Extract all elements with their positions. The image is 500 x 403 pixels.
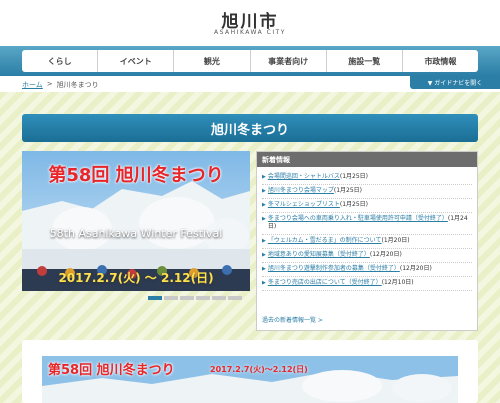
news-item: ▶ 会場間巡回・シャトルバス(1月25日) <box>262 171 472 185</box>
news-date: (1月20日) <box>381 237 410 244</box>
news-date: (1月25日) <box>333 187 363 194</box>
news-link[interactable]: 会場間巡回・シャトルバス <box>268 173 340 180</box>
news-link[interactable]: 旭川冬まつり会場マップ <box>268 187 334 194</box>
nav-item-event[interactable]: イベント <box>98 50 175 72</box>
main-content: 旭川冬まつり 第58回 旭川冬まつり 58th Asahikawa Winter… <box>22 114 478 334</box>
slide-dot-5[interactable] <box>212 296 226 300</box>
nav-item-city-info[interactable]: 市政情報 <box>403 50 478 72</box>
nav-item-kurashi[interactable]: くらし <box>22 50 99 72</box>
news-date: (12月20日) <box>399 265 432 272</box>
global-nav-band: くらし イベント 観光 事業者向け 施設一覧 市政情報 <box>0 46 500 76</box>
breadcrumb-current: 旭川冬まつり <box>56 81 99 89</box>
news-link[interactable]: 旭川冬まつり遊撃制作参加者の募集（受付終了） <box>268 265 400 272</box>
arrow-icon: ▶ <box>262 252 266 258</box>
arrow-icon: ▶ <box>262 188 266 194</box>
page-title: 旭川冬まつり <box>22 114 478 142</box>
slideshow-pagination <box>148 296 242 300</box>
news-archive-link[interactable]: 過去の新着情報一覧 > <box>262 315 323 324</box>
slide-dot-1[interactable] <box>148 296 162 300</box>
news-link[interactable]: 冬まつり売店の出店について（受付終了） <box>268 279 382 286</box>
banner-image: 第58回 旭川冬まつり 2017.2.7(火)～2.12(日) <box>42 356 458 403</box>
news-link[interactable]: 地域意ありの愛知展募集（受付終了） <box>268 251 370 258</box>
nav-item-business[interactable]: 事業者向け <box>251 50 327 72</box>
arrow-icon: ▶ <box>262 238 266 244</box>
site-logo-subtitle: ASAHIKAWA CITY <box>214 29 286 36</box>
news-item: ▶ 冬まつり会場への車両乗り入れ・駐車場使用許可申請（受付終了）(1月24日) <box>262 213 472 235</box>
news-date: (12月20日) <box>369 251 402 258</box>
festival-slideshow[interactable]: 第58回 旭川冬まつり 58th Asahikawa Winter Festiv… <box>22 151 250 291</box>
news-link[interactable]: 「ウェルカム・雪だるま」の制作について <box>268 237 382 244</box>
news-date: (12月10日) <box>381 279 414 286</box>
slide-title: 第58回 旭川冬まつり <box>48 165 224 186</box>
festival-banner[interactable]: 第58回 旭川冬まつり 2017.2.7(火)～2.12(日) <box>22 340 478 403</box>
arrow-icon: ▶ <box>262 174 266 180</box>
news-item: ▶ 冬まつり売店の出店について（受付終了）(12月10日) <box>262 277 472 291</box>
news-item: ▶ 旭川冬まつり遊撃制作参加者の募集（受付終了）(12月20日) <box>262 263 472 277</box>
guide-navi-button[interactable]: ▼ ガイドナビを開く <box>410 76 500 89</box>
arrow-icon: ▶ <box>262 216 266 222</box>
news-item: ▶ 冬マルシェショップリスト(1月25日) <box>262 199 472 213</box>
news-date: (1月25日) <box>339 201 369 208</box>
breadcrumb-separator: > <box>46 80 53 88</box>
news-panel: 新着情報 ▶ 会場間巡回・シャトルバス(1月25日) ▶ 旭川冬まつり会場マップ(1… <box>256 151 478 331</box>
banner-title: 第58回 旭川冬まつり <box>48 363 175 378</box>
news-item: ▶ 地域意ありの愛知展募集（受付終了）(12月20日) <box>262 249 472 263</box>
slide-date: 2017.2.7(火) ～ 2.12(日) <box>58 271 214 285</box>
news-item: ▶ 「ウェルカム・雪だるま」の制作について(1月20日) <box>262 235 472 249</box>
nav-item-facilities[interactable]: 施設一覧 <box>327 50 403 72</box>
news-heading: 新着情報 <box>257 152 477 167</box>
banner-date: 2017.2.7(火)～2.12(日) <box>210 365 308 374</box>
arrow-icon: ▶ <box>262 266 266 272</box>
arrow-icon: ▶ <box>262 280 266 286</box>
news-link[interactable]: 冬まつり会場への車両乗り入れ・駐車場使用許可申請（受付終了） <box>268 215 448 222</box>
slide-dot-2[interactable] <box>164 296 178 300</box>
news-date: (1月25日) <box>339 173 369 180</box>
arrow-icon: ▶ <box>262 202 266 208</box>
slide-dot-4[interactable] <box>196 296 210 300</box>
news-list: ▶ 会場間巡回・シャトルバス(1月25日) ▶ 旭川冬まつり会場マップ(1月25日)… <box>257 167 477 291</box>
slide-subtitle: 58th Asahikawa Winter Festival <box>49 227 223 240</box>
slide-dot-3[interactable] <box>180 296 194 300</box>
breadcrumb-home-link[interactable]: ホーム <box>22 80 43 90</box>
site-header: 旭川市 ASAHIKAWA CITY <box>0 0 500 46</box>
slide-dot-6[interactable] <box>228 296 242 300</box>
global-nav: くらし イベント 観光 事業者向け 施設一覧 市政情報 <box>22 50 478 72</box>
nav-item-kanko[interactable]: 観光 <box>174 50 251 72</box>
breadcrumb: ホーム > 旭川冬まつり <box>22 80 99 90</box>
news-link[interactable]: 冬マルシェショップリスト <box>268 201 340 208</box>
news-item: ▶ 旭川冬まつり会場マップ(1月25日) <box>262 185 472 199</box>
